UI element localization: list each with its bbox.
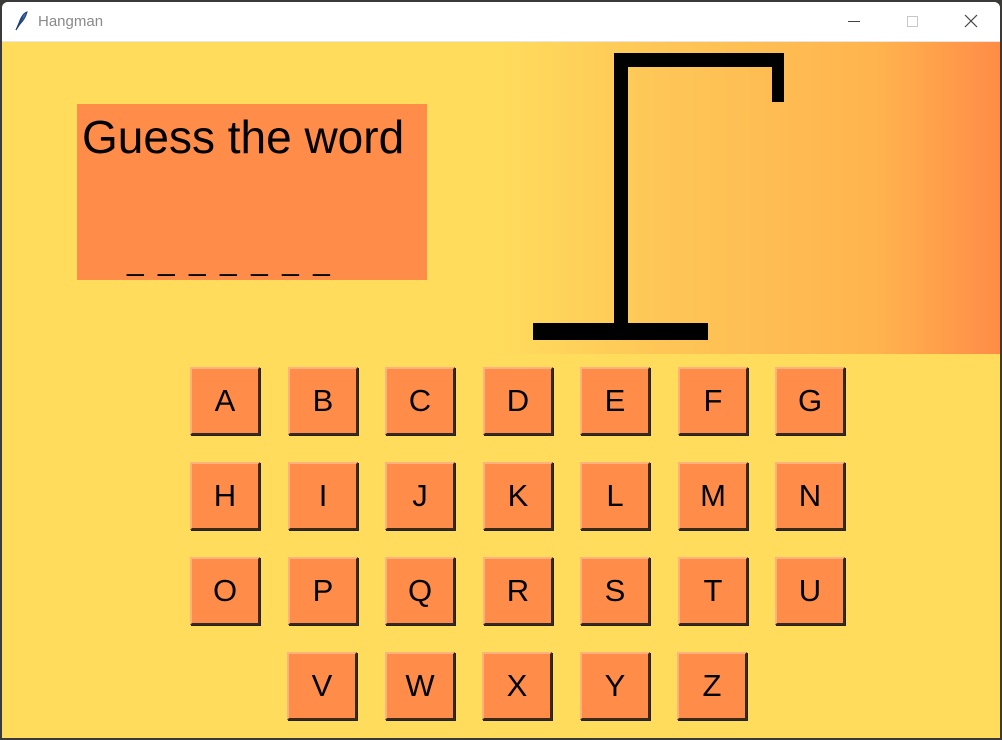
letter-button-d[interactable]: D: [483, 367, 553, 435]
minimize-button[interactable]: [831, 2, 877, 41]
letter-button-x[interactable]: X: [482, 652, 552, 720]
letter-keyboard: ABCDEFG HIJKLMN OPQRSTU VWXYZ: [2, 42, 1000, 738]
maximize-button[interactable]: [889, 2, 935, 41]
close-icon: [964, 14, 978, 28]
letter-button-f[interactable]: F: [678, 367, 748, 435]
letter-button-y[interactable]: Y: [580, 652, 650, 720]
letter-button-b[interactable]: B: [288, 367, 358, 435]
title-bar[interactable]: Hangman: [2, 2, 1000, 42]
letter-button-j[interactable]: J: [385, 462, 455, 530]
game-area: Guess the word _ _ _ _ _ _ _ ABCDEFGHIJK…: [2, 42, 1000, 738]
hangman-window: Hangman Guess the word _ _ _ _ _ _ _ ABC…: [2, 2, 1000, 738]
maximize-icon: [907, 16, 918, 27]
letter-button-h[interactable]: H: [190, 462, 260, 530]
letter-button-w[interactable]: W: [385, 652, 455, 720]
close-button[interactable]: [948, 2, 994, 41]
letter-button-u[interactable]: U: [775, 557, 845, 625]
letter-button-v[interactable]: V: [287, 652, 357, 720]
letter-button-o[interactable]: O: [190, 557, 260, 625]
letter-button-a[interactable]: A: [190, 367, 260, 435]
minimize-icon: [848, 21, 860, 22]
letter-button-z[interactable]: Z: [677, 652, 747, 720]
window-title: Hangman: [38, 13, 104, 30]
letter-button-r[interactable]: R: [483, 557, 553, 625]
letter-button-n[interactable]: N: [775, 462, 845, 530]
letter-button-t[interactable]: T: [678, 557, 748, 625]
letter-button-i[interactable]: I: [288, 462, 358, 530]
letter-button-l[interactable]: L: [580, 462, 650, 530]
letter-button-c[interactable]: C: [385, 367, 455, 435]
letter-button-q[interactable]: Q: [385, 557, 455, 625]
feather-icon: [13, 11, 29, 31]
letter-button-m[interactable]: M: [678, 462, 748, 530]
letter-button-p[interactable]: P: [288, 557, 358, 625]
letter-button-g[interactable]: G: [775, 367, 845, 435]
letter-button-s[interactable]: S: [580, 557, 650, 625]
letter-button-e[interactable]: E: [580, 367, 650, 435]
letter-button-k[interactable]: K: [483, 462, 553, 530]
